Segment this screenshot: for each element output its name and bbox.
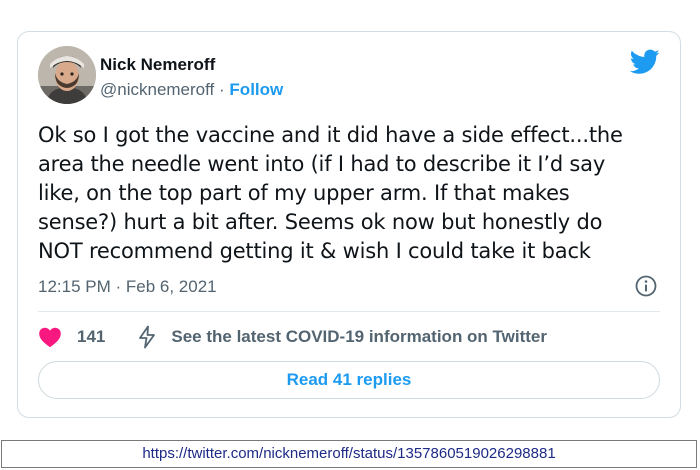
follow-link[interactable]: Follow	[229, 80, 283, 99]
tweet-text-line: like, on the top part of my upper arm. I…	[38, 181, 570, 205]
twitter-bird-icon[interactable]	[630, 49, 660, 75]
handle-separator: ·	[219, 80, 225, 99]
like-count[interactable]: 141	[77, 327, 105, 347]
author-handle[interactable]: @nicknemeroff	[100, 80, 214, 99]
tweet-text-line: sense?) hurt a bit after. Seems ok now b…	[38, 210, 603, 234]
tweet-text-line: NOT recommend getting it & wish I could …	[38, 239, 591, 263]
author-handle-line: @nicknemeroff · Follow	[100, 79, 283, 101]
tweet-text-line: area the needle went into (if I had to d…	[38, 152, 606, 176]
lightning-bolt-icon	[139, 325, 156, 349]
tweet-timestamp[interactable]: 12:15 PM · Feb 6, 2021	[38, 277, 217, 297]
divider	[38, 311, 660, 312]
heart-icon[interactable]	[38, 326, 62, 348]
author-avatar[interactable]	[38, 46, 96, 104]
author-block: Nick Nemeroff @nicknemeroff · Follow	[100, 54, 283, 101]
source-url: https://twitter.com/nicknemeroff/status/…	[1, 440, 697, 468]
avatar-photo	[38, 46, 96, 104]
covid-info-link[interactable]: See the latest COVID-19 information on T…	[171, 327, 547, 347]
read-replies-button[interactable]: Read 41 replies	[38, 361, 660, 399]
tweet-text: Ok so I got the vaccine and it did have …	[38, 121, 658, 266]
tweet-text-line: Ok so I got the vaccine and it did have …	[38, 123, 623, 147]
tweet-card: Nick Nemeroff @nicknemeroff · Follow Ok …	[17, 31, 681, 418]
tweet-actions: 141 See the latest COVID-19 information …	[38, 324, 547, 350]
author-name[interactable]: Nick Nemeroff	[100, 54, 283, 76]
info-icon[interactable]	[634, 274, 658, 298]
